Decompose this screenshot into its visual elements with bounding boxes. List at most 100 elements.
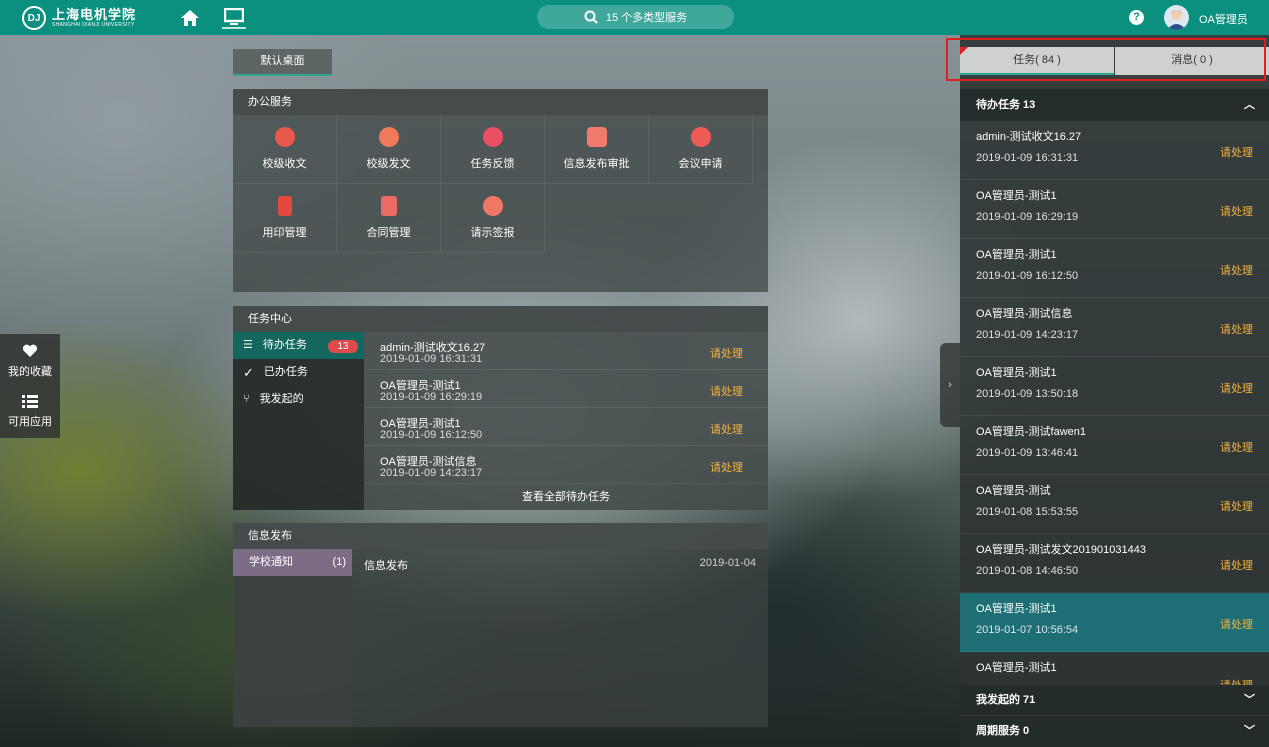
nav-label: 已办任务 — [263, 366, 308, 378]
table-row[interactable]: admin-测试收文16.27 2019-01-09 16:31:31 请处理 — [364, 332, 768, 370]
nav-pending-tasks[interactable]: ☰ 待办任务 13 — [233, 332, 364, 359]
flow-icon: ⑂ — [243, 393, 250, 405]
task-date: 2019-01-09 16:31:31 — [380, 353, 483, 365]
service-label: 合同管理 — [366, 227, 411, 239]
list-item[interactable]: OA管理员-测试信息 2019-01-09 14:23:17 请处理 — [960, 298, 1269, 357]
nav-label: 待办任务 — [262, 339, 307, 351]
inbox-doc-icon — [275, 127, 295, 147]
service-contract-management[interactable]: 合同管理 — [337, 184, 441, 253]
process-link[interactable]: 请处理 — [1220, 498, 1253, 514]
username[interactable]: OA管理员 — [1199, 11, 1248, 27]
process-link[interactable]: 请处理 — [1220, 203, 1253, 219]
service-meeting-request[interactable]: 会议申请 — [649, 115, 753, 184]
process-link[interactable]: 请处理 — [710, 383, 743, 399]
avatar[interactable] — [1164, 5, 1189, 30]
side-quick-panel: 我的收藏 可用应用 — [0, 334, 60, 438]
process-link[interactable]: 请处理 — [710, 345, 743, 361]
pending-list-icon: ☰ — [243, 339, 253, 351]
service-label: 信息发布审批 — [563, 158, 630, 170]
pending-section-label: 待办任务 13 — [976, 99, 1036, 111]
pending-section-header[interactable]: 待办任务 13 ︿ — [960, 89, 1269, 121]
collapse-right-panel-button[interactable]: › — [940, 343, 960, 427]
info-title: 信息发布 — [364, 560, 408, 572]
table-row[interactable]: OA管理员-测试1 2019-01-09 16:12:50 请处理 — [364, 408, 768, 446]
list-item[interactable]: OA管理员-测试1 2019-01-07 10:56:54 请处理 — [960, 593, 1269, 652]
service-request-report[interactable]: 请示签报 — [441, 184, 545, 253]
service-school-send[interactable]: 校级发文 — [337, 115, 441, 184]
list-item[interactable]: OA管理员-测试发文201901031443 2019-01-08 14:46:… — [960, 534, 1269, 593]
initiated-section-header[interactable]: 我发起的 71 ﹀ — [960, 685, 1269, 716]
university-logo[interactable]: DJ 上海电机学院 SHANGHAI DIANJI UNIVERSITY — [22, 6, 136, 30]
list-item[interactable]: OA管理员-测试1 2019-01-09 16:12:50 请处理 — [960, 239, 1269, 298]
tab-default-desktop[interactable]: 默认桌面 — [233, 49, 332, 76]
help-icon[interactable]: ? — [1129, 10, 1144, 25]
logo-chinese-name: 上海电机学院 — [52, 7, 137, 23]
search-icon — [584, 10, 598, 24]
logo-english-name: SHANGHAI DIANJI UNIVERSITY — [52, 21, 135, 28]
top-bar: DJ 上海电机学院 SHANGHAI DIANJI UNIVERSITY 15 … — [0, 0, 1269, 35]
item-title: OA管理员-测试1 — [976, 190, 1057, 202]
pending-count-badge: 13 — [328, 340, 358, 353]
service-search-box[interactable]: 15 个多类型服务 — [537, 5, 734, 29]
service-task-feedback[interactable]: 任务反馈 — [441, 115, 545, 184]
office-services-panel: 办公服务 校级收文 校级发文 任务反馈 信息发布审批 会议申请 用印管理 合同管… — [233, 89, 768, 292]
process-link[interactable]: 请处理 — [1220, 144, 1253, 160]
item-date: 2019-01-09 16:12:50 — [976, 270, 1079, 282]
nav-initiated[interactable]: ⑂ 我发起的 — [233, 386, 364, 413]
favorites-button[interactable]: 我的收藏 — [0, 344, 60, 379]
office-services-title: 办公服务 — [233, 89, 768, 115]
process-link[interactable]: 请处理 — [1220, 380, 1253, 396]
right-task-panel: 任务( 84 ) 消息( 0 ) 待办任务 13 ︿ admin-测试收文16.… — [960, 35, 1269, 747]
list-item[interactable]: OA管理员-测试1 2019-01-09 13:50:18 请处理 — [960, 357, 1269, 416]
periodic-section-header[interactable]: 周期服务 0 ﹀ — [960, 716, 1269, 747]
favorites-label: 我的收藏 — [8, 366, 52, 378]
category-school-notice[interactable]: 学校通知 (1) — [233, 549, 352, 576]
item-date: 2019-01-08 15:53:55 — [976, 506, 1079, 518]
chevron-down-icon: ﹀ — [1244, 725, 1255, 737]
feedback-check-icon — [483, 127, 503, 147]
item-title: OA管理员-测试发文201901031443 — [976, 544, 1146, 556]
process-link[interactable]: 请处理 — [710, 459, 743, 475]
task-list: admin-测试收文16.27 2019-01-09 16:31:31 请处理 … — [364, 332, 768, 510]
apps-label: 可用应用 — [8, 416, 52, 428]
category-count: (1) — [332, 556, 346, 568]
service-seal-management[interactable]: 用印管理 — [233, 184, 337, 253]
desktop-icon[interactable] — [222, 7, 246, 29]
view-all-pending-link[interactable]: 查看全部待办任务 — [364, 485, 768, 510]
nav-label: 我发起的 — [259, 393, 304, 405]
list-item[interactable]: OA管理员-测试1 请处理 — [960, 652, 1269, 686]
table-row[interactable]: OA管理员-测试1 2019-01-09 16:29:19 请处理 — [364, 370, 768, 408]
info-publish-panel: 信息发布 学校通知 (1) 信息发布 2019-01-04 — [233, 523, 768, 727]
process-link[interactable]: 请处理 — [1220, 262, 1253, 278]
process-link[interactable]: 请处理 — [1220, 557, 1253, 573]
list-item[interactable]: OA管理员-测试fawen1 2019-01-09 13:46:41 请处理 — [960, 416, 1269, 475]
periodic-section-label: 周期服务 0 — [976, 725, 1030, 737]
item-title: admin-测试收文16.27 — [976, 131, 1082, 143]
check-icon: ✓ — [243, 365, 254, 380]
list-item[interactable]: OA管理员-测试1 2019-01-09 16:29:19 请处理 — [960, 180, 1269, 239]
item-date: 2019-01-09 14:23:17 — [976, 329, 1079, 341]
list-item[interactable]: admin-测试收文16.27 2019-01-09 16:31:31 请处理 — [960, 121, 1269, 180]
list-item[interactable]: OA管理员-测试 2019-01-08 15:53:55 请处理 — [960, 475, 1269, 534]
item-title: OA管理员-测试1 — [976, 367, 1057, 379]
process-link[interactable]: 请处理 — [1220, 321, 1253, 337]
process-link[interactable]: 请处理 — [1220, 616, 1253, 632]
chevron-down-icon: ﹀ — [1244, 694, 1255, 706]
service-label: 请示签报 — [470, 227, 515, 239]
item-date: 2019-01-08 14:46:50 — [976, 565, 1079, 577]
apps-button[interactable]: 可用应用 — [0, 394, 60, 429]
contract-icon — [381, 196, 397, 216]
info-category-list: 学校通知 (1) — [233, 549, 352, 727]
task-center-panel: 任务中心 ☰ 待办任务 13 ✓ 已办任务 ⑂ 我发起的 admin-测试收文1… — [233, 306, 768, 510]
info-date: 2019-01-04 — [699, 557, 756, 569]
logo-emblem-icon: DJ — [22, 6, 46, 30]
process-link[interactable]: 请处理 — [1220, 439, 1253, 455]
chevron-up-icon: ︿ — [1244, 99, 1255, 111]
home-icon[interactable] — [178, 7, 202, 29]
table-row[interactable]: OA管理员-测试信息 2019-01-09 14:23:17 请处理 — [364, 446, 768, 484]
list-item[interactable]: 信息发布 2019-01-04 — [352, 549, 768, 577]
service-school-receive[interactable]: 校级收文 — [233, 115, 337, 184]
service-info-approval[interactable]: 信息发布审批 — [545, 115, 649, 184]
nav-done-tasks[interactable]: ✓ 已办任务 — [233, 359, 364, 386]
process-link[interactable]: 请处理 — [710, 421, 743, 437]
